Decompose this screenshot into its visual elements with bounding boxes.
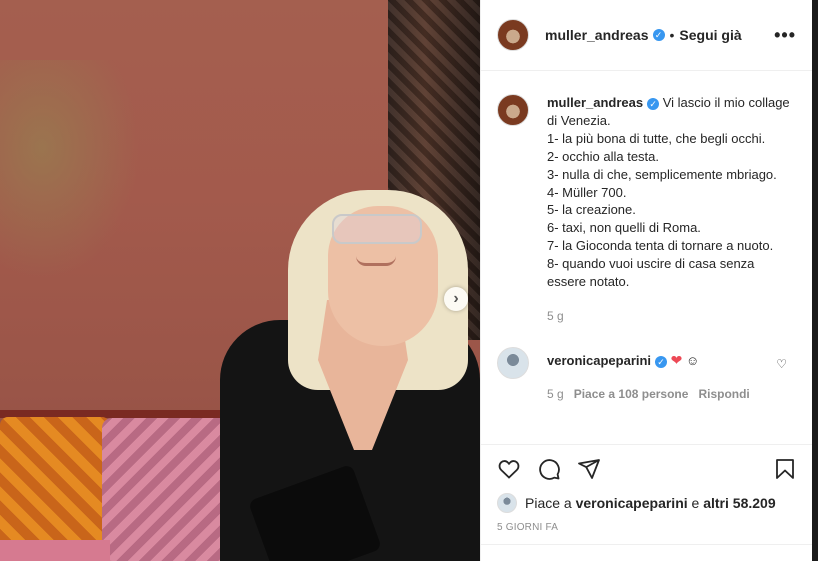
verified-badge-icon: ✓ (652, 29, 665, 41)
post-actions: Piace a veronicapeparini e altri 58.209 … (481, 444, 813, 533)
caption-line-7: 7- la Gioconda tenta di tornare a nuoto. (547, 238, 774, 254)
following-button[interactable]: Segui già (679, 27, 741, 43)
post-side-panel: muller_andreas ✓ • Segui già ••• muller_… (480, 0, 813, 561)
caption-line-1: 1- la più bona di tutte, che begli occhi… (547, 130, 766, 146)
comment-meta: 5 g Piace a 108 persone Rispondi (547, 387, 797, 401)
separator-dot: • (669, 27, 675, 43)
caption-line-6: 6- taxi, non quelli di Roma. (547, 220, 701, 236)
caption-line-5: 5- la creazione. (547, 202, 636, 218)
woman-figure (160, 180, 480, 561)
comment-like-heart-icon[interactable]: ♡ (776, 357, 787, 371)
caption-row: muller_andreas ✓ Vi lascio il mio collage… (497, 94, 797, 291)
likes-summary: Piace a veronicapeparini e altri 58.209 (497, 493, 797, 513)
red-heart-emoji: ❤ (670, 351, 683, 368)
verified-badge-icon: ✓ (655, 355, 668, 368)
glasses (332, 214, 422, 244)
caption-time[interactable]: 5 g (547, 309, 797, 323)
comment-row: veronicapeparini ✓ ❤ ☺ ♡ (497, 346, 797, 379)
likes-others[interactable]: altri 58.209 (703, 495, 775, 511)
reply-button[interactable]: Rispondi (698, 387, 749, 401)
divider (481, 544, 813, 545)
verified-badge-icon: ✓ (647, 97, 660, 110)
chevron-right-icon: › (453, 290, 459, 307)
comments-area: muller_andreas ✓ Vi lascio il mio collage… (481, 72, 813, 444)
smile (356, 256, 396, 266)
post-photo[interactable]: › (0, 0, 480, 561)
caption-line-2: 2- occhio alla testa. (547, 148, 660, 164)
author-username[interactable]: muller_andreas (545, 27, 649, 43)
author-avatar[interactable] (497, 19, 529, 51)
caption-line-8: 8- quando vuoi uscire di casa senza esse… (547, 256, 755, 290)
wall-stain (0, 60, 140, 280)
commenter-avatar[interactable] (497, 346, 529, 379)
caption-username[interactable]: muller_andreas (547, 95, 643, 110)
caption-line-4: 4- Müller 700. (547, 184, 627, 200)
smile-emoji: ☺ (686, 352, 700, 368)
more-options-icon[interactable]: ••• (774, 25, 796, 46)
pink-pillow-lower (0, 540, 110, 561)
likes-middle: e (691, 495, 700, 511)
action-icons (497, 455, 797, 483)
window-edge (812, 0, 818, 561)
caption-line-3: 3- nulla di che, semplicemente mbriago. (547, 166, 777, 182)
post-timestamp[interactable]: 5 GIORNI FA (497, 522, 797, 533)
next-photo-button[interactable]: › (444, 287, 468, 311)
orange-pillow (0, 417, 110, 557)
comment-icon[interactable] (537, 457, 561, 481)
caption-text: muller_andreas ✓ Vi lascio il mio collage… (547, 94, 792, 291)
liker-username[interactable]: veronicapeparini (576, 495, 688, 511)
heart-icon[interactable] (497, 457, 521, 481)
instagram-post-view: › muller_andreas ✓ • Segui già ••• mulle… (0, 0, 818, 561)
comment-text: veronicapeparini ✓ ❤ ☺ (547, 352, 699, 369)
comment-time[interactable]: 5 g (547, 387, 564, 401)
share-icon[interactable] (577, 457, 601, 481)
liker-avatar[interactable] (497, 493, 517, 513)
comment-likes[interactable]: Piace a 108 persone (574, 387, 689, 401)
bookmark-icon[interactable] (773, 457, 797, 481)
likes-prefix: Piace a (525, 495, 572, 511)
post-header: muller_andreas ✓ • Segui già ••• (481, 0, 812, 71)
commenter-username[interactable]: veronicapeparini (547, 353, 651, 368)
caption-author-avatar[interactable] (497, 94, 529, 126)
